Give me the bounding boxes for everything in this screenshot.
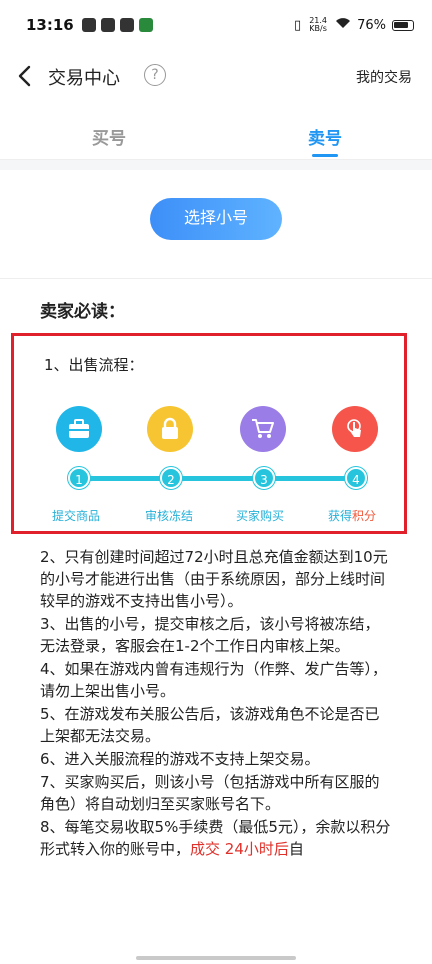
tab-buy[interactable]: 买号 bbox=[92, 124, 126, 149]
cart-icon bbox=[240, 406, 286, 452]
battery-percent: 76% bbox=[357, 17, 386, 33]
vibrate-icon: ▯ bbox=[293, 17, 302, 33]
step-label: 审核冻结 bbox=[145, 509, 194, 523]
home-indicator bbox=[136, 956, 296, 960]
briefcase-icon bbox=[56, 406, 102, 452]
step-label-highlight: 积分 bbox=[352, 509, 377, 523]
nav-bar: 交易中心 ? 我的交易 bbox=[0, 50, 432, 104]
step-number: 2 bbox=[160, 467, 182, 489]
rule-item: 7、买家购买后，则该小号（包括游戏中所有区服的角色）将自动划归至买家账号名下。 bbox=[40, 773, 380, 813]
status-right: ▯ 21.4 KB/s 76% bbox=[294, 17, 414, 33]
sale-process-panel: 1、出售流程： 1 2 3 4 提交商品 审核冻结 买家购买 获得积分 bbox=[11, 333, 407, 534]
app-notification-icon bbox=[138, 18, 153, 32]
hand-tap-icon bbox=[332, 406, 378, 452]
step-number: 4 bbox=[345, 467, 367, 489]
status-bar: 13:16 ▯ 21.4 KB/s 76% bbox=[0, 0, 432, 50]
battery-icon bbox=[392, 19, 414, 31]
step-number: 3 bbox=[253, 467, 275, 489]
rule-item: 3、出售的小号，提交审核之后，该小号将被冻结，无法登录，客服会在1-2个工作日内… bbox=[40, 615, 380, 655]
step-number: 1 bbox=[68, 467, 90, 489]
help-icon[interactable]: ? bbox=[144, 64, 166, 86]
process-heading: 1、出售流程： bbox=[44, 356, 144, 374]
net-speed-unit: KB/s bbox=[309, 24, 327, 33]
tab-sell[interactable]: 卖号 bbox=[308, 124, 342, 149]
select-account-button[interactable]: 选择小号 bbox=[150, 198, 282, 240]
rule-item: 4、如果在游戏内曾有违规行为（作弊、发广告等），请勿上架出售小号。 bbox=[40, 660, 388, 700]
tab-bar: 买号 卖号 bbox=[0, 110, 432, 160]
page-title: 交易中心 bbox=[48, 68, 120, 89]
divider bbox=[0, 278, 432, 279]
notification-icons bbox=[81, 18, 153, 32]
rule-item: 6、进入关服流程的游戏不支持上架交易。 bbox=[40, 750, 320, 768]
section-separator bbox=[0, 160, 432, 170]
step-label: 获得积分 bbox=[328, 507, 376, 524]
step-label: 买家购买 bbox=[236, 509, 285, 523]
my-trades-link[interactable]: 我的交易 bbox=[356, 67, 412, 87]
rule-item: 2、只有创建时间超过72小时且总充值金额达到10元的小号才能进行出售（由于系统原… bbox=[40, 548, 388, 610]
progress-track bbox=[69, 476, 359, 481]
mail-icon bbox=[119, 18, 134, 32]
seller-notice-title: 卖家必读： bbox=[40, 302, 125, 322]
step-label-part: 获得 bbox=[328, 509, 353, 523]
notification-icon bbox=[81, 18, 96, 32]
status-time: 13:16 bbox=[26, 16, 74, 34]
rules-list: 2、只有创建时间超过72小时且总充值金额达到10元的小号才能进行出售（由于系统原… bbox=[40, 546, 392, 861]
rule-text: 自 bbox=[288, 840, 304, 858]
wifi-icon bbox=[335, 17, 351, 33]
back-arrow-icon[interactable] bbox=[14, 64, 38, 88]
notification-icon bbox=[100, 18, 115, 32]
active-tab-indicator bbox=[312, 154, 338, 157]
rule-highlight: 成交 24小时后 bbox=[190, 840, 289, 858]
step-label: 提交商品 bbox=[52, 509, 101, 523]
network-speed: 21.4 KB/s bbox=[307, 17, 329, 33]
lock-icon bbox=[147, 406, 193, 452]
rule-item: 8、每笔交易收取5%手续费（最低5元），余款以积分形式转入你的账号中，成交 24… bbox=[40, 816, 392, 860]
rule-item: 5、在游戏发布关服公告后，该游戏角色不论是否已上架都无法交易。 bbox=[40, 705, 380, 745]
